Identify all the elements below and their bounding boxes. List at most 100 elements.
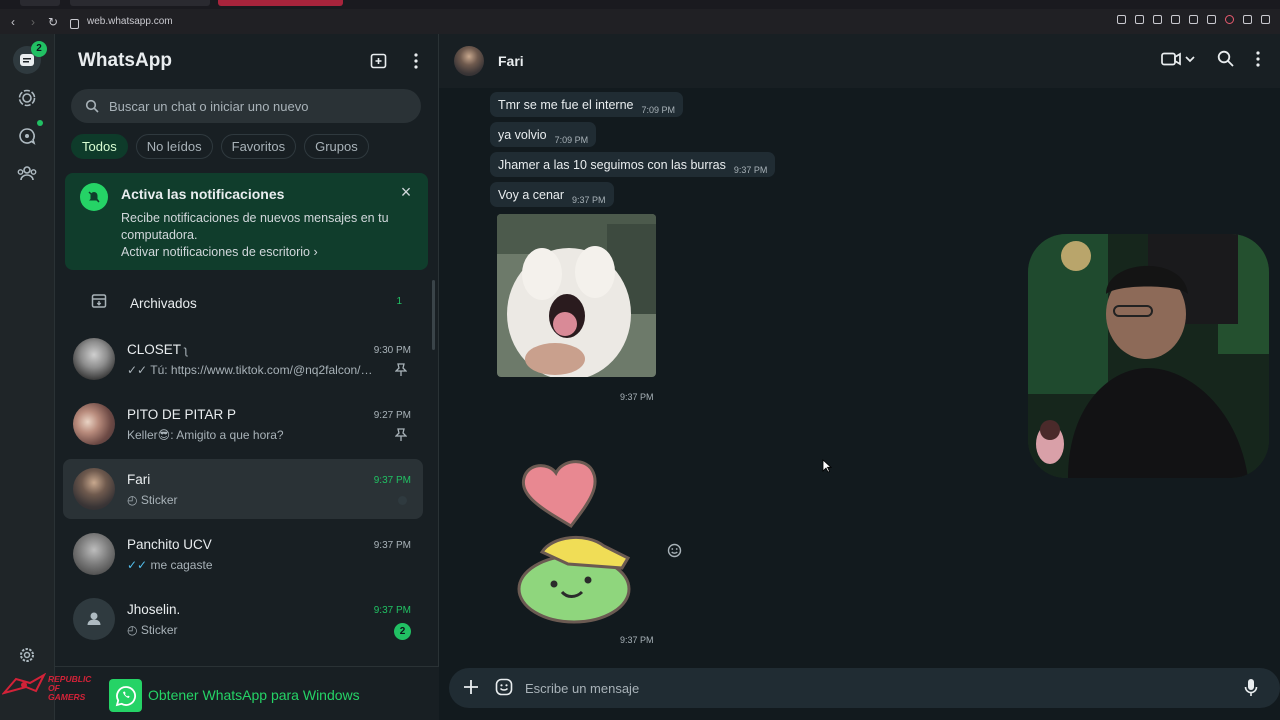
close-icon[interactable]: × — [398, 183, 414, 201]
conversation-header[interactable]: Fari — [439, 34, 1280, 88]
get-desktop-app-bar[interactable]: Obtener WhatsApp para Windows — [55, 666, 439, 720]
chat-name: Fari — [127, 472, 151, 487]
chat-name: Jhoselin. — [127, 602, 181, 617]
streamer-webcam-overlay — [1028, 234, 1269, 478]
chat-name: Panchito UCV — [127, 537, 212, 552]
chat-time: 9:30 PM — [373, 345, 411, 356]
conversation-panel: Fari Tmr se me fue el interne 7:09 PM ya … — [439, 34, 1280, 720]
shield-icon[interactable] — [1171, 15, 1180, 24]
avatar[interactable] — [454, 46, 484, 76]
double-check-icon: ✓✓ — [127, 363, 148, 377]
chat-item[interactable]: PITO DE PITAR P 9:27 PM Keller😎: Amigito… — [63, 394, 423, 454]
chat-preview: ✓✓ Tú: https://www.tiktok.com/@nq2falcon… — [127, 363, 377, 377]
rog-watermark: REPUBLIC OF GAMERS — [0, 670, 100, 710]
menu-icon[interactable] — [1261, 15, 1270, 24]
nav-rail: 2 — [0, 34, 55, 720]
contact-name[interactable]: Fari — [498, 53, 524, 69]
message-bubble[interactable]: Tmr se me fue el interne 7:09 PM — [490, 92, 683, 117]
search-input[interactable]: Buscar un chat o iniciar uno nuevo — [71, 89, 421, 123]
chat-item-selected[interactable]: Fari 9:37 PM ◴ Sticker — [63, 459, 423, 519]
back-icon[interactable]: ‹ — [6, 15, 20, 29]
message-bubble[interactable]: ya volvio 7:09 PM — [490, 122, 597, 147]
image-message[interactable] — [497, 214, 656, 377]
chat-preview: ◴ Sticker — [127, 623, 178, 637]
app-title: WhatsApp — [78, 50, 172, 71]
search-icon — [85, 99, 99, 113]
message-time: 7:09 PM — [554, 135, 589, 145]
bell-off-icon — [80, 183, 108, 211]
browser-tab[interactable] — [20, 0, 60, 6]
avatar — [73, 533, 115, 575]
message-time: 7:09 PM — [641, 105, 675, 115]
menu-dots-icon[interactable] — [414, 53, 418, 69]
sticker-icon: ◴ — [127, 623, 138, 637]
attach-plus-icon[interactable] — [462, 678, 480, 696]
status-icon — [18, 89, 36, 107]
webcam-image — [1028, 234, 1269, 478]
filter-chip-grupos[interactable]: Grupos — [304, 134, 369, 159]
bookmark-icon[interactable] — [1135, 15, 1144, 24]
channels-icon — [19, 128, 36, 145]
chat-name: PITO DE PITAR P — [127, 407, 237, 422]
emoji-icon[interactable] — [495, 678, 513, 696]
archived-label: Archivados — [130, 296, 197, 311]
get-windows-app-label: Obtener WhatsApp para Windows — [148, 687, 360, 703]
url-field[interactable]: web.whatsapp.com — [87, 16, 173, 27]
puppy-image — [497, 214, 656, 377]
chat-time: 9:37 PM — [373, 605, 411, 616]
status-nav-button[interactable] — [13, 84, 41, 112]
menu-dots-icon[interactable] — [1256, 50, 1260, 67]
browser-address-bar: ‹ › ↻ web.whatsapp.com — [0, 9, 1280, 34]
chevron-right-icon: › — [313, 245, 318, 259]
message-time: 9:37 PM — [733, 165, 768, 175]
microphone-icon[interactable] — [1244, 678, 1258, 697]
chat-preview: ✓✓ me cagaste — [127, 558, 213, 572]
filter-chips: Todos No leídos Favoritos Grupos — [71, 134, 369, 159]
channels-nav-button[interactable] — [13, 122, 41, 150]
extension-icon[interactable] — [1225, 15, 1234, 24]
browser-toolbar — [1117, 15, 1270, 24]
filter-chip-favoritos[interactable]: Favoritos — [220, 134, 297, 159]
settings-nav-button[interactable] — [13, 641, 41, 669]
chat-item[interactable]: CLOSET ʅ 9:30 PM ✓✓ Tú: https://www.tikt… — [63, 329, 423, 389]
download-icon[interactable] — [1243, 15, 1252, 24]
browser-tab[interactable] — [70, 0, 210, 6]
play-icon[interactable] — [1189, 15, 1198, 24]
sticker-message[interactable] — [514, 454, 644, 624]
search-icon[interactable] — [1217, 50, 1234, 67]
video-call-icon[interactable] — [1161, 51, 1195, 67]
heart-icon[interactable] — [1207, 15, 1216, 24]
chat-item[interactable]: Panchito UCV 9:37 PM ✓✓ me cagaste — [63, 524, 423, 584]
enable-notifications-label: Activar notificaciones de escritorio — [121, 245, 310, 259]
notification-banner: Activa las notificaciones × Recibe notif… — [65, 173, 428, 270]
filter-chip-todos[interactable]: Todos — [71, 134, 128, 159]
forward-icon[interactable]: › — [26, 15, 40, 29]
enable-notifications-link[interactable]: Activar notificaciones de escritorio › — [121, 245, 318, 259]
avatar — [73, 468, 115, 510]
whatsapp-logo-icon — [109, 679, 142, 712]
message-input[interactable]: Escribe un mensaje — [525, 681, 639, 696]
status-dot — [398, 496, 407, 505]
chat-list-panel: WhatsApp Buscar un chat o iniciar uno nu… — [55, 34, 439, 720]
list-header-actions — [370, 52, 418, 70]
new-chat-icon[interactable] — [370, 52, 388, 70]
reaction-emoji-icon[interactable] — [667, 543, 682, 558]
chat-item[interactable]: Jhoselin. 9:37 PM ◴ Sticker 2 — [63, 589, 423, 649]
filter-chip-no-leidos[interactable]: No leídos — [135, 134, 213, 159]
tab-icon[interactable] — [1153, 15, 1162, 24]
message-bubble[interactable]: Voy a cenar 9:37 PM — [490, 182, 614, 207]
archived-count: 1 — [396, 296, 402, 307]
communities-nav-button[interactable] — [13, 159, 41, 187]
rog-logo-icon — [2, 673, 46, 695]
reload-icon[interactable]: ↻ — [46, 15, 60, 29]
channels-new-dot — [37, 120, 43, 126]
zoom-icon[interactable] — [1117, 15, 1126, 24]
message-bubble[interactable]: Jhamer a las 10 seguimos con las burras 9… — [490, 152, 776, 177]
archived-row[interactable]: Archivados 1 — [55, 284, 439, 322]
chat-list-scrollbar[interactable] — [432, 280, 435, 350]
communities-icon — [17, 166, 37, 181]
chats-unread-badge: 2 — [31, 41, 47, 57]
browser-tab-active[interactable] — [218, 0, 343, 6]
avatar — [73, 338, 115, 380]
chat-name: CLOSET ʅ — [127, 342, 188, 357]
